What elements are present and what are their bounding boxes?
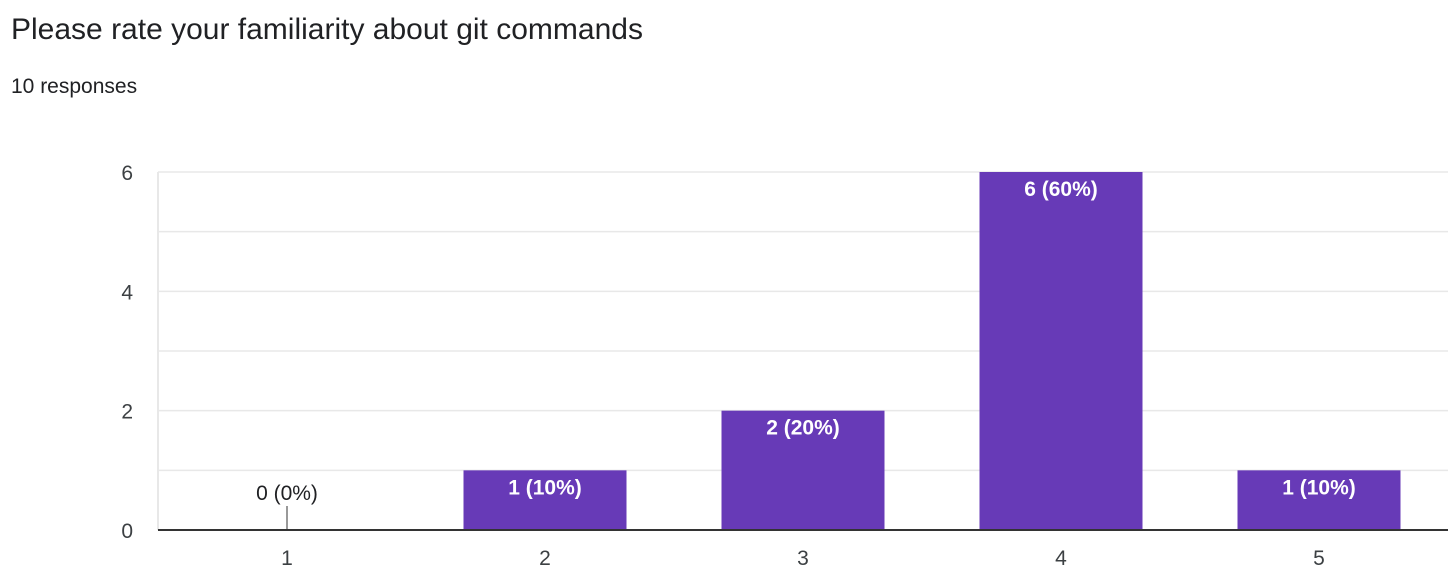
y-tick-label: 2 (121, 401, 133, 424)
x-tick-label: 4 (1055, 547, 1067, 570)
bar-data-label: 6 (60%) (1024, 178, 1098, 201)
bar (979, 172, 1143, 530)
y-tick-label: 4 (121, 281, 133, 304)
x-tick-label: 2 (539, 547, 551, 570)
x-tick-label: 1 (281, 547, 293, 570)
bar-data-label: 0 (0%) (256, 482, 318, 505)
y-tick-label: 0 (121, 520, 133, 543)
bar-data-label: 1 (10%) (1282, 476, 1356, 499)
bar-data-label: 2 (20%) (766, 417, 840, 440)
x-tick-label: 5 (1313, 547, 1325, 570)
x-tick-label: 3 (797, 547, 809, 570)
chart-card: Please rate your familiarity about git c… (0, 0, 1448, 582)
bar-data-label: 1 (10%) (508, 476, 582, 499)
y-tick-label: 6 (121, 162, 133, 185)
bar-chart: 0 2 4 6 0 (0%) 1 1 (10%) 2 2 (20%) 3 6 (60%) 4 1 (10… (121, 162, 1448, 570)
